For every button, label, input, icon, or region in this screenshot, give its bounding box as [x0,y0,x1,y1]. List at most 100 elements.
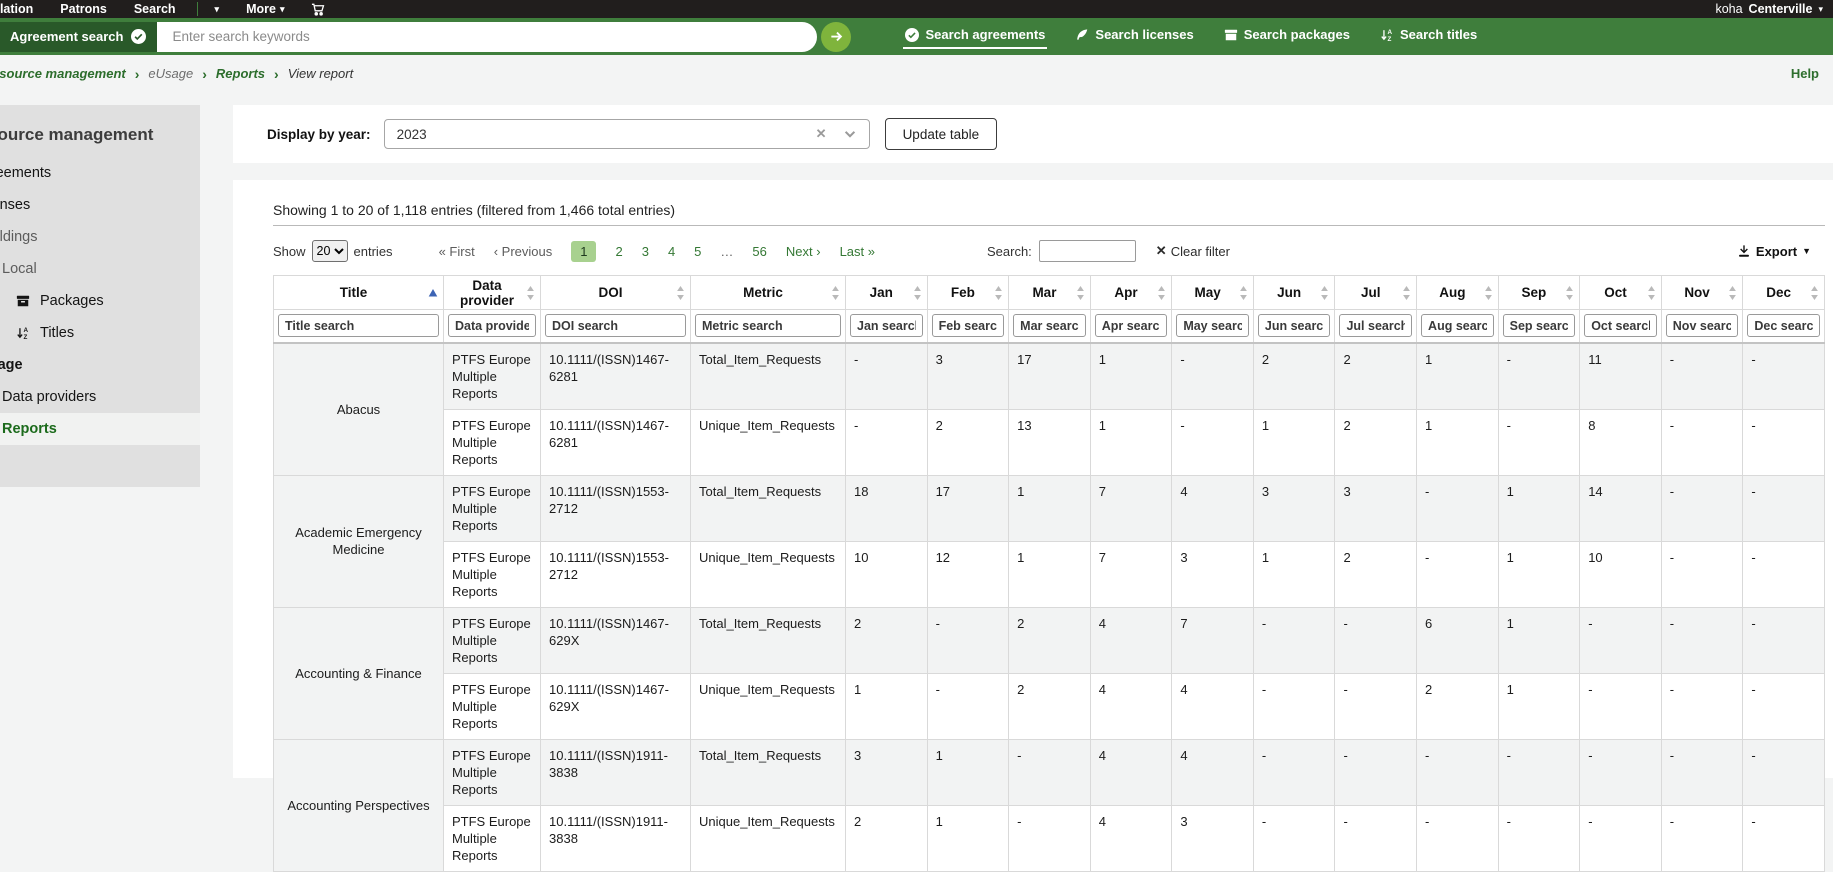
filter-input-mar[interactable] [1013,314,1086,337]
cart-icon[interactable] [311,3,325,16]
page-button-3[interactable]: 3 [642,244,649,259]
next-page-button[interactable]: Next › [786,244,821,259]
column-header-sep[interactable]: Sep [1498,276,1580,310]
sidebar-item-local[interactable]: Local [0,253,200,285]
sort-icon [1402,285,1411,300]
tab-search-agreements[interactable]: Search agreements [903,24,1047,49]
year-select[interactable]: 2023 ✕ [384,119,870,149]
page-button-5[interactable]: 5 [694,244,701,259]
month-cell-jul: 2 [1335,541,1417,607]
month-cell-jan: 1 [846,673,928,739]
page-button-56[interactable]: 56 [752,244,766,259]
topbar-item-search[interactable]: Search [134,2,176,16]
filter-input-jan[interactable] [850,314,923,337]
filter-input-may[interactable] [1176,314,1249,337]
filter-cell [691,310,846,343]
sidebar-item-data-providers[interactable]: Data providers [0,381,200,413]
filter-row [274,310,1825,343]
filter-input-title[interactable] [278,314,439,337]
filter-input-dec[interactable] [1747,314,1820,337]
sidebar-item-packages[interactable]: Packages [0,285,200,317]
topbar-item-circulation[interactable]: Circulation [0,2,33,16]
search-type-pill[interactable]: Agreement search [0,22,157,52]
filter-input-feb[interactable] [932,314,1005,337]
page-button-1[interactable]: 1 [571,241,596,262]
update-table-button[interactable]: Update table [885,118,998,150]
last-page-button[interactable]: Last » [840,244,875,259]
column-header-nov[interactable]: Nov [1661,276,1743,310]
sidebar-item-licenses[interactable]: Licenses [0,189,200,221]
separator [197,2,198,16]
breadcrumb-item-e-resource-management[interactable]: E-resource management [0,66,126,81]
sort-icon [526,285,535,300]
logged-in-user-menu[interactable]: koha Centerville ▾ [1715,2,1823,16]
filter-input-apr[interactable] [1095,314,1168,337]
column-header-apr[interactable]: Apr [1090,276,1172,310]
column-header-jun[interactable]: Jun [1253,276,1335,310]
sidebar-item-titles[interactable]: AZTitles [0,317,200,349]
table-search-input[interactable] [1039,240,1136,262]
sidebar-item-eholdings[interactable]: eHoldings [0,221,200,253]
column-header-jan[interactable]: Jan [846,276,928,310]
month-cell-dec: - [1743,673,1825,739]
clear-filter-button[interactable]: ✕ Clear filter [1156,243,1230,259]
column-header-dec[interactable]: Dec [1743,276,1825,310]
column-label: Jul [1361,285,1381,300]
column-header-jul[interactable]: Jul [1335,276,1417,310]
column-header-aug[interactable]: Aug [1417,276,1499,310]
topbar-item-patrons[interactable]: Patrons [60,2,107,16]
tab-label: Search licenses [1095,27,1193,42]
filter-input-aug[interactable] [1421,314,1494,337]
sidebar-item-label: Local [2,261,37,277]
tab-search-titles[interactable]: AZSearch titles [1378,24,1479,49]
help-link[interactable]: Help [1791,66,1819,81]
month-cell-dec: - [1743,739,1825,805]
filter-input-metric[interactable] [695,314,841,337]
previous-page-button[interactable]: ‹ Previous [494,244,553,259]
breadcrumb: E-resource management›eUsage›Reports›Vie… [0,66,353,82]
page-length-select[interactable]: 20 [312,240,348,262]
search-submit-button[interactable] [821,22,851,52]
first-page-button[interactable]: « First [439,244,475,259]
tab-search-packages[interactable]: Search packages [1222,24,1352,49]
chevron-down-icon[interactable] [843,127,857,141]
column-header-mar[interactable]: Mar [1009,276,1091,310]
page-button-2[interactable]: 2 [615,244,622,259]
sidebar-item-reports[interactable]: Reports [0,413,200,445]
column-header-oct[interactable]: Oct [1580,276,1662,310]
tab-search-licenses[interactable]: Search licenses [1073,24,1195,49]
x-icon[interactable]: ✕ [816,126,827,142]
filter-input-jun[interactable] [1258,314,1331,337]
filter-cell [541,310,691,343]
column-header-metric[interactable]: Metric [691,276,846,310]
filter-input-data-provider[interactable] [448,314,536,337]
column-header-may[interactable]: May [1172,276,1254,310]
topbar-search-dropdown[interactable]: ▾ [215,5,220,14]
column-label: Mar [1032,285,1056,300]
month-cell-dec: - [1743,607,1825,673]
column-header-feb[interactable]: Feb [927,276,1009,310]
check-circle-icon [131,29,146,44]
search-input[interactable] [157,22,817,52]
filter-input-oct[interactable] [1584,314,1657,337]
filter-input-doi[interactable] [545,314,686,337]
sidebar-item-eusage[interactable]: eUsage [0,349,200,381]
column-header-data-provider[interactable]: Data provider [444,276,541,310]
export-button[interactable]: Export ▼ [1737,244,1811,259]
doi-cell: 10.1111/(ISSN)1467-629X [541,673,691,739]
topbar-item-more[interactable]: More▾ [246,2,284,16]
filter-input-nov[interactable] [1666,314,1739,337]
month-cell-jul: 2 [1335,409,1417,475]
filter-input-sep[interactable] [1503,314,1576,337]
month-cell-feb: 12 [927,541,1009,607]
month-cell-nov: - [1661,343,1743,410]
month-cell-aug: 6 [1417,607,1499,673]
page-button-4[interactable]: 4 [668,244,675,259]
month-cell-jun: 1 [1253,409,1335,475]
column-header-title[interactable]: Title [274,276,444,310]
breadcrumb-item-reports[interactable]: Reports [216,66,265,81]
filter-input-jul[interactable] [1339,314,1412,337]
month-cell-dec: - [1743,541,1825,607]
column-header-doi[interactable]: DOI [541,276,691,310]
sidebar-item-agreements[interactable]: Agreements [0,157,200,189]
